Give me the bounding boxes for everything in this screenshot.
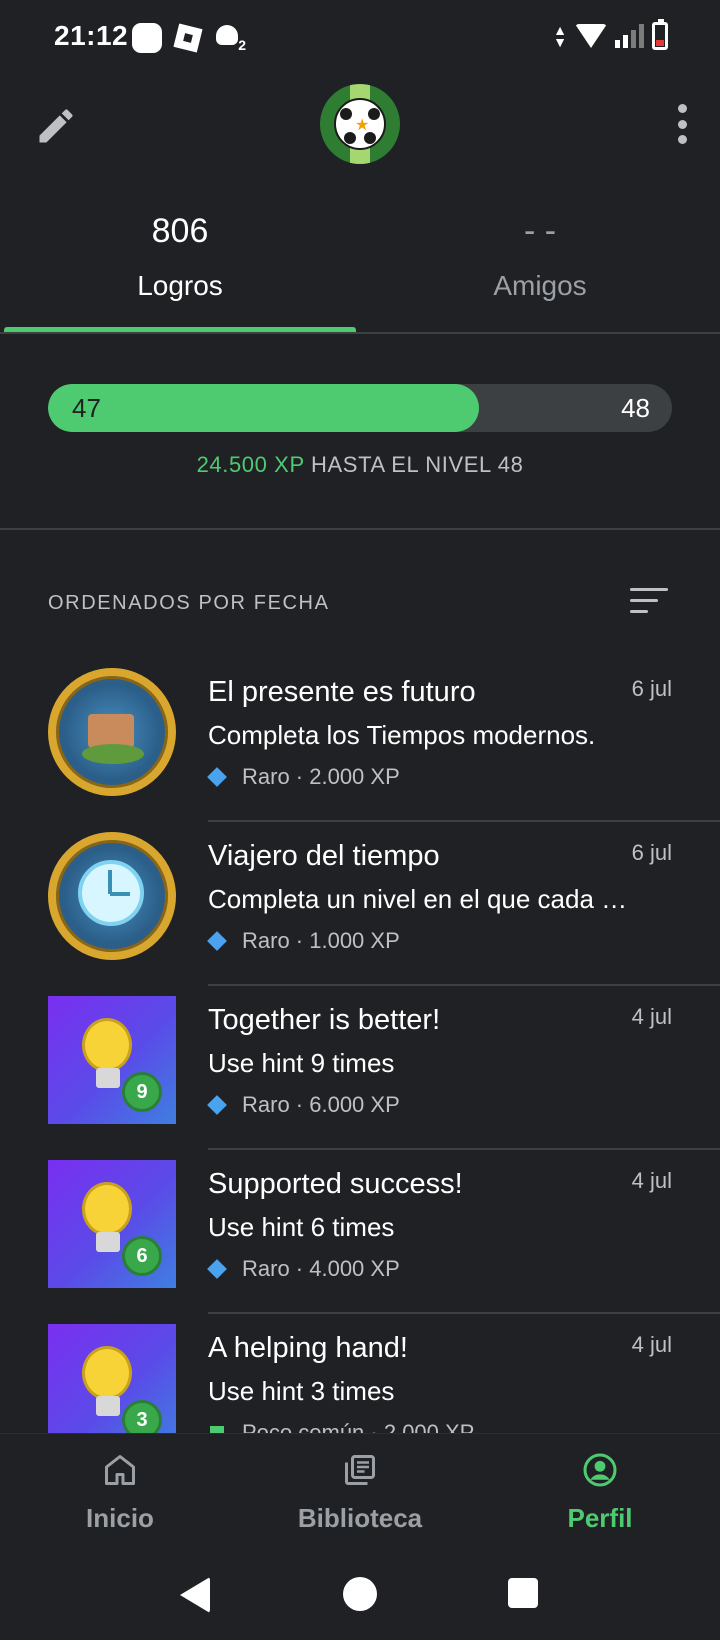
app-header: ★: [0, 74, 720, 174]
nav-label: Biblioteca: [297, 1503, 423, 1533]
xp-suffix: HASTA EL NIVEL 48: [304, 452, 524, 477]
rarity-diamond-icon: [207, 931, 227, 951]
status-system-icons: ▲ ▼: [553, 19, 668, 50]
hint-count-badge: 9: [122, 1072, 162, 1112]
achievement-list: El presente es futuro 6 jul Completa los…: [0, 658, 720, 1433]
soccer-ball-icon: ★: [334, 98, 386, 150]
achievement-item[interactable]: 9 Together is better! 4 jul Use hint 9 t…: [0, 986, 720, 1150]
data-arrows-icon: ▲ ▼: [553, 22, 567, 50]
achievement-meta: Raro · 6.000 XP: [207, 1092, 400, 1118]
tab-label: Amigos: [493, 270, 587, 301]
tab-amigos[interactable]: - - Amigos: [360, 190, 720, 334]
roblox-icon: [173, 23, 203, 53]
medal-clock-icon: [48, 832, 176, 960]
nav-inicio[interactable]: Inicio: [0, 1434, 240, 1550]
lightbulb-hint-icon: 6: [48, 1160, 176, 1288]
achievement-date: 4 jul: [631, 1004, 672, 1029]
achievement-description: Use hint 6 times: [208, 1212, 395, 1242]
tab-count: - -: [523, 212, 557, 250]
achievement-meta: Raro · 1.000 XP: [207, 928, 400, 954]
achievement-rarity-xp: Raro · 2.000 XP: [242, 764, 400, 789]
profile-tabs: 806 Logros - - Amigos: [0, 190, 720, 334]
achievement-date: 4 jul: [631, 1332, 672, 1357]
achievement-title: A helping hand!: [208, 1332, 408, 1364]
achievement-title: Viajero del tiempo: [208, 840, 440, 872]
achievement-item[interactable]: 3 A helping hand! 4 jul Use hint 3 times…: [0, 1314, 720, 1433]
nav-biblioteca[interactable]: Biblioteca: [240, 1434, 480, 1550]
achievement-date: 6 jul: [631, 676, 672, 701]
tab-indicator: [4, 327, 356, 332]
nav-perfil[interactable]: Perfil: [480, 1434, 720, 1550]
next-level: 48: [621, 393, 650, 423]
medal-house-icon: [48, 668, 176, 796]
battery-low-icon: [652, 19, 668, 50]
wifi-icon: [575, 24, 607, 48]
skull-game-icon: 2: [214, 23, 246, 53]
home-icon: [105, 1455, 135, 1485]
achievement-rarity-xp: Raro · 4.000 XP: [242, 1256, 400, 1281]
level-progress-bar: 47 48: [48, 384, 672, 432]
achievement-rarity-xp: Poco común · 2.000 XP: [242, 1420, 475, 1433]
lightbulb-hint-icon: 3: [48, 1324, 176, 1433]
achievement-meta: Raro · 4.000 XP: [207, 1256, 400, 1282]
achievement-title: Together is better!: [208, 1004, 441, 1036]
achievement-description: Use hint 3 times: [208, 1376, 395, 1406]
achievement-description: Completa un nivel en el que cada …: [208, 884, 628, 914]
achievement-date: 6 jul: [631, 840, 672, 865]
bottom-navigation: Inicio Biblioteca Perfil: [0, 1433, 720, 1549]
notification-square-icon: [132, 23, 162, 53]
status-bar: 21:12 2 ▲ ▼: [0, 0, 720, 74]
achievement-item[interactable]: Viajero del tiempo 6 jul Completa un niv…: [0, 822, 720, 986]
rarity-diamond-icon: [207, 767, 227, 787]
nav-label: Perfil: [567, 1503, 633, 1533]
rarity-diamond-icon: [207, 1095, 227, 1115]
hint-count-badge: 6: [122, 1236, 162, 1276]
tab-count: 806: [151, 212, 209, 250]
achievement-description: Completa los Tiempos modernos.: [208, 720, 596, 750]
achievement-title: Supported success!: [208, 1168, 463, 1200]
profile-icon: [583, 1453, 617, 1487]
achievement-title: El presente es futuro: [208, 676, 476, 708]
level-section: 47 48 24.500 XP HASTA EL NIVEL 48: [0, 336, 720, 530]
achievement-description: Use hint 9 times: [208, 1048, 395, 1078]
xp-amount: 24.500 XP: [196, 452, 305, 477]
status-time: 21:12: [54, 20, 129, 51]
pencil-icon[interactable]: [34, 104, 78, 148]
library-icon: [345, 1455, 375, 1485]
current-level: 47: [72, 393, 101, 423]
lightbulb-hint-icon: 9: [48, 996, 176, 1124]
achievement-meta: Raro · 2.000 XP: [207, 764, 400, 790]
sort-label: ORDENADOS POR FECHA: [48, 592, 330, 614]
system-navigation: [0, 1549, 720, 1640]
sort-icon[interactable]: [630, 588, 668, 616]
status-notification-icons: 2: [132, 22, 246, 54]
hint-count-badge: 3: [122, 1400, 162, 1433]
home-circle-icon[interactable]: [343, 1577, 377, 1611]
recents-icon[interactable]: [508, 1578, 538, 1608]
achievement-item[interactable]: El presente es futuro 6 jul Completa los…: [0, 658, 720, 822]
nav-label: Inicio: [86, 1503, 154, 1533]
achievement-meta: Poco común · 2.000 XP: [208, 1420, 474, 1433]
signal-icon: [615, 24, 644, 48]
tab-label: Logros: [137, 270, 223, 301]
more-vert-icon[interactable]: [676, 104, 688, 144]
rarity-square-icon: [210, 1426, 224, 1433]
level-progress-fill: [48, 384, 479, 432]
back-icon[interactable]: [180, 1577, 210, 1613]
tab-logros[interactable]: 806 Logros: [0, 190, 360, 334]
rarity-diamond-icon: [207, 1259, 227, 1279]
profile-avatar[interactable]: ★: [320, 84, 400, 164]
achievement-item[interactable]: 6 Supported success! 4 jul Use hint 6 ti…: [0, 1150, 720, 1314]
achievement-rarity-xp: Raro · 6.000 XP: [242, 1092, 400, 1117]
achievement-rarity-xp: Raro · 1.000 XP: [242, 928, 400, 953]
achievement-date: 4 jul: [631, 1168, 672, 1193]
xp-to-next-level: 24.500 XP HASTA EL NIVEL 48: [0, 452, 720, 478]
